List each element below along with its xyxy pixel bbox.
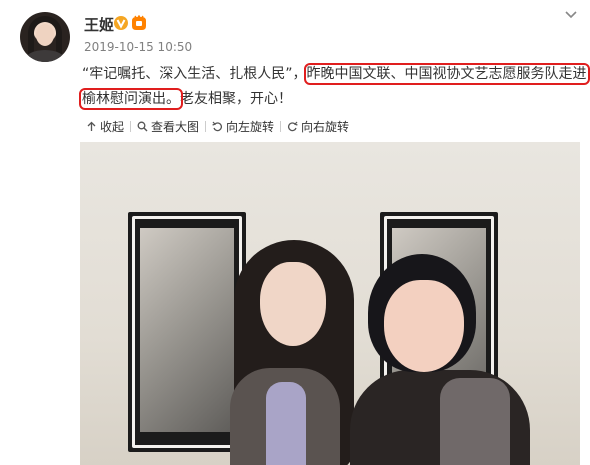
post-text-quote: “牢记嘱托、深入生活、扎根人民”， [82, 66, 307, 82]
rotate-left-label: 向左旋转 [226, 120, 275, 134]
collapse-label: 收起 [100, 120, 125, 134]
verified-badge-icon [114, 16, 128, 30]
image-toolbar: 收起 查看大图 向左旋转 向右旋转 [80, 118, 355, 135]
post-text-line-1: “牢记嘱托、深入生活、扎根人民”，昨晚中国文联、中国视协文艺志愿服务队走进 [82, 62, 590, 87]
person-left-face [260, 262, 326, 346]
view-large-label: 查看大图 [151, 120, 200, 134]
person-left-shirt [266, 382, 306, 465]
post-text: “牢记嘱托、深入生活、扎根人民”，昨晚中国文联、中国视协文艺志愿服务队走进 榆林… [79, 62, 590, 112]
rotate-right-label: 向右旋转 [301, 120, 350, 134]
person-right-scarf [440, 378, 510, 465]
magnifier-icon [137, 121, 148, 132]
highlighted-text-2: 榆林慰问演出。 [79, 88, 183, 110]
view-large-button[interactable]: 查看大图 [131, 118, 205, 135]
rotate-left-button[interactable]: 向左旋转 [206, 118, 280, 135]
post-text-ending: 老友相聚，开心！ [180, 91, 292, 107]
left-mirror [128, 212, 246, 452]
arrow-up-icon [87, 121, 96, 131]
rotate-left-icon [212, 121, 223, 132]
post-text-line-2: 榆林慰问演出。老友相聚，开心！ [79, 87, 582, 112]
rotate-right-icon [288, 121, 298, 132]
chevron-down-icon[interactable] [564, 10, 578, 20]
post-photo[interactable] [80, 142, 580, 465]
avatar[interactable] [20, 12, 70, 62]
rotate-right-button[interactable]: 向右旋转 [281, 118, 355, 135]
person-right-face [384, 280, 464, 372]
highlighted-text-1: 昨晚中国文联、中国视协文艺志愿服务队走进 [303, 63, 590, 85]
collapse-button[interactable]: 收起 [80, 118, 130, 135]
post-timestamp[interactable]: 2019-10-15 10:50 [84, 40, 192, 54]
level-badge-icon[interactable] [130, 15, 148, 31]
author-name[interactable]: 王姬 [84, 14, 114, 35]
